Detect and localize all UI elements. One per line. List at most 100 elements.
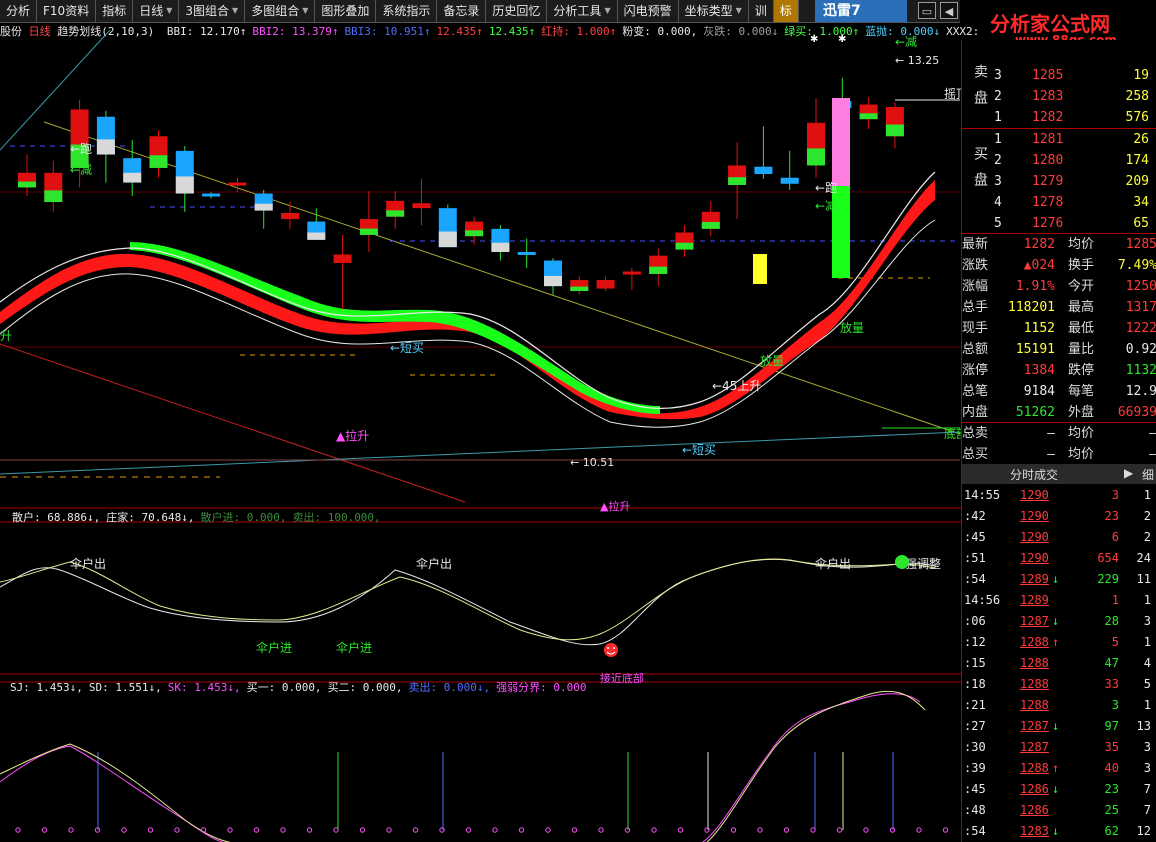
sell-row: 3 1285 19 bbox=[962, 65, 1156, 86]
ob-volume: 34 bbox=[1133, 195, 1149, 210]
tick-row: :06 1287 ↓ 28 3 bbox=[962, 611, 1156, 632]
candle bbox=[149, 130, 168, 178]
quote-value: ▲024 bbox=[1023, 258, 1055, 273]
menu-item-13[interactable]: 训 bbox=[749, 0, 774, 22]
tick-time: :42 bbox=[964, 509, 986, 523]
tick-count: 1 bbox=[1143, 698, 1151, 712]
total-value: – bbox=[1047, 426, 1055, 441]
ind3-dot bbox=[863, 827, 869, 833]
quote-value: 1222 bbox=[1125, 321, 1156, 336]
quote-label: 最新 bbox=[962, 237, 989, 252]
tick-row: :27 1287 ↓ 97 13 bbox=[962, 716, 1156, 737]
ticks-detail-button[interactable]: 细 bbox=[1142, 466, 1154, 483]
annot-pao-right: ←跑 bbox=[815, 181, 837, 195]
quote-label: 最低 bbox=[1068, 321, 1095, 336]
ob-volume: 209 bbox=[1125, 174, 1149, 189]
ob-volume: 65 bbox=[1133, 216, 1149, 231]
tick-volume: 23 bbox=[1104, 509, 1119, 523]
quote-value: 1285 bbox=[1125, 237, 1156, 252]
buy-row: 4 1278 34 bbox=[962, 192, 1156, 213]
quote-label: 量比 bbox=[1068, 342, 1095, 357]
total-avg-label: 均价 bbox=[1068, 426, 1095, 441]
tick-row: :30 1287 35 3 bbox=[962, 737, 1156, 758]
main-item: 红持: 1.000↑ bbox=[541, 25, 617, 38]
menu-item-label: F10资料 bbox=[43, 4, 90, 18]
menu-item-3[interactable]: 日线 ▼ bbox=[133, 0, 180, 22]
tick-arrow: ↓ bbox=[1052, 824, 1060, 838]
tick-arrow: ↓ bbox=[1052, 782, 1060, 796]
tick-volume: 229 bbox=[1097, 572, 1119, 586]
quote-value: 1.91% bbox=[1015, 279, 1055, 294]
total-avg-label: 均价 bbox=[1068, 447, 1095, 462]
tick-row: 14:56 1289 1 1 bbox=[962, 590, 1156, 611]
tick-count: 1 bbox=[1143, 635, 1151, 649]
indicator2-lines: 伞户出 伞户出 伞户出 伞户进 伞户进 强调整 接近底部 bbox=[0, 555, 941, 685]
xunlei-badge[interactable]: 迅雷7 bbox=[815, 0, 907, 22]
tick-count: 1 bbox=[1143, 488, 1151, 502]
menu-item-11[interactable]: 闪电预警 bbox=[618, 0, 679, 22]
menu-item-1[interactable]: F10资料 bbox=[37, 0, 97, 22]
menu-item-2[interactable]: 指标 bbox=[96, 0, 134, 22]
chart-area[interactable]: ←跑 ←减 ▲拉升 ←短买 ←短买 ← 10.51 ← 13.25 ←45上升 … bbox=[0, 22, 961, 842]
menu-item-14[interactable]: 标 bbox=[773, 0, 799, 22]
menu-item-7[interactable]: 系统指示 bbox=[376, 0, 438, 22]
candle bbox=[359, 191, 378, 253]
ind-period: 日线 bbox=[28, 25, 51, 38]
menu-item-8[interactable]: 备忘录 bbox=[437, 0, 487, 22]
menu-item-label: 训 bbox=[754, 4, 767, 18]
tick-price: 1287 bbox=[1020, 740, 1049, 754]
quote-label: 总额 bbox=[962, 342, 989, 357]
quote-value: 66939 bbox=[1117, 405, 1156, 420]
restore-button[interactable]: ◀ bbox=[940, 2, 958, 19]
tick-row: :18 1288 33 5 bbox=[962, 674, 1156, 695]
candle bbox=[412, 178, 431, 226]
ind-name: 趋势划线(2,10,3) bbox=[57, 25, 155, 38]
tick-price: 1290 bbox=[1020, 509, 1049, 523]
menu-item-label: 3图组合 bbox=[185, 4, 230, 18]
ind2-item: 散户进: 0.000, bbox=[200, 511, 287, 524]
ind3-dot bbox=[704, 827, 710, 833]
tick-time: :45 bbox=[964, 530, 986, 544]
ind3-item: 卖出: 0.000↓, bbox=[408, 681, 491, 694]
tick-volume: 33 bbox=[1104, 677, 1119, 691]
menu-item-4[interactable]: 3图组合 ▼ bbox=[179, 0, 246, 22]
menu-item-9[interactable]: 历史回忆 bbox=[486, 0, 548, 22]
menu-item-10[interactable]: 分析工具 ▼ bbox=[547, 0, 618, 22]
candle bbox=[44, 160, 63, 212]
candle bbox=[517, 238, 536, 268]
ind3-dot bbox=[571, 827, 578, 833]
menu-item-label: 指标 bbox=[102, 4, 127, 18]
chevron-down-icon: ▼ bbox=[166, 6, 173, 15]
candle bbox=[123, 139, 142, 196]
ob-level: 4 bbox=[994, 195, 1002, 210]
ind3-item: 强弱分界: 0.000 bbox=[496, 681, 587, 694]
quote-value: 1384 bbox=[1023, 363, 1055, 378]
candle bbox=[780, 150, 799, 190]
tick-price: 1289 bbox=[1020, 572, 1049, 586]
menu-item-label: 坐标类型 bbox=[684, 4, 733, 18]
menu-item-label: 历史回忆 bbox=[492, 4, 541, 18]
ind3-dot bbox=[359, 827, 366, 833]
menu-item-5[interactable]: 多图组合 ▼ bbox=[245, 0, 316, 22]
tick-row: :42 1290 23 2 bbox=[962, 506, 1156, 527]
tick-volume: 25 bbox=[1104, 803, 1119, 817]
menu-item-6[interactable]: 图形叠加 bbox=[315, 0, 377, 22]
quote-value: 1250 bbox=[1125, 279, 1156, 294]
tick-time: 14:55 bbox=[964, 488, 1001, 502]
quote-label: 均价 bbox=[1068, 237, 1095, 252]
ob-level: 1 bbox=[994, 110, 1002, 125]
smiley-green-icon bbox=[895, 555, 909, 569]
tick-count: 3 bbox=[1143, 614, 1151, 628]
candle bbox=[544, 258, 562, 295]
annot-low-price: ← 10.51 bbox=[570, 456, 614, 469]
quote-value: 1132 bbox=[1125, 363, 1156, 378]
tick-row: :51 1290 654 24 bbox=[962, 548, 1156, 569]
ind3-dot bbox=[147, 827, 154, 833]
ticks-arrow-icon[interactable]: ▶ bbox=[1124, 466, 1133, 480]
menu-item-0[interactable]: 分析 bbox=[0, 0, 38, 22]
menu-item-label: 多图组合 bbox=[251, 4, 300, 18]
buy-row: 5 1276 65 bbox=[962, 213, 1156, 234]
tick-count: 24 bbox=[1136, 551, 1151, 565]
menu-item-12[interactable]: 坐标类型 ▼ bbox=[679, 0, 749, 22]
minimize-button[interactable]: ▭ bbox=[918, 2, 936, 19]
